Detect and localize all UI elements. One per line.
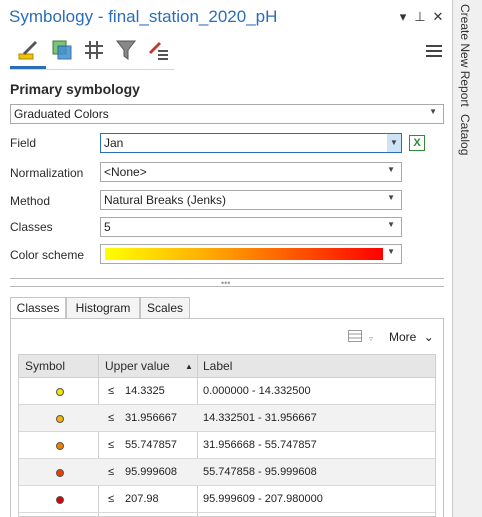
class-symbol[interactable]: [56, 415, 64, 423]
label-cell[interactable]: 0.000000 - 14.332500: [203, 385, 311, 397]
close-icon[interactable]: ✕: [431, 9, 445, 25]
class-symbol[interactable]: [56, 388, 64, 396]
table-row[interactable]: ≤55.747857 31.956668 - 55.747857: [19, 432, 435, 459]
chevron-down-icon: ▼: [387, 220, 395, 229]
symbology-pane: Symbology - final_station_2020_pH ▾ ⊥ ✕: [0, 0, 453, 517]
chevron-down-icon: ⌄: [423, 330, 434, 344]
le-symbol: ≤: [108, 385, 115, 397]
pin-icon[interactable]: ⊥: [413, 9, 427, 25]
label-cell[interactable]: 95.999609 - 207.980000: [203, 493, 323, 505]
table-row[interactable]: ≤207.98 95.999609 - 207.980000: [19, 486, 435, 513]
pane-options-icon[interactable]: ▾: [396, 9, 410, 25]
column-symbol[interactable]: Symbol: [25, 359, 65, 373]
title-bar: Symbology - final_station_2020_pH ▾ ⊥ ✕: [0, 0, 452, 34]
method-select[interactable]: Natural Breaks (Jenks) ▼: [100, 190, 402, 210]
menu-icon[interactable]: [426, 45, 442, 59]
classes-label: Classes: [10, 220, 53, 234]
column-label[interactable]: Label: [203, 359, 232, 373]
symbology-options-tool[interactable]: [142, 36, 172, 64]
filter-icon: [115, 40, 137, 60]
more-menu[interactable]: More ⌄: [389, 330, 434, 344]
method-label: Method: [10, 194, 51, 208]
classes-select[interactable]: 5 ▼: [100, 217, 402, 237]
symbology-tabs: Classes Histogram Scales: [10, 297, 444, 319]
vary-symbology-tool[interactable]: [46, 36, 76, 64]
le-symbol: ≤: [108, 466, 115, 478]
brush-icon: [18, 41, 37, 60]
tab-histogram[interactable]: Histogram: [66, 297, 140, 319]
table-row[interactable]: ≤14.3325 0.000000 - 14.332500: [19, 378, 435, 405]
symbology-toolbar: [10, 36, 174, 70]
upper-value-cell[interactable]: 207.98: [125, 493, 159, 505]
upper-value-cell[interactable]: 14.3325: [125, 385, 165, 397]
primary-symbology-select[interactable]: Graduated Colors ▼: [10, 104, 444, 124]
field-value: Jan: [104, 136, 124, 150]
toolbar-separator: [10, 69, 174, 70]
brush-list-icon: [149, 42, 168, 60]
excel-icon[interactable]: X: [409, 135, 425, 151]
label-cell[interactable]: 14.332501 - 31.956667: [203, 412, 317, 424]
normalization-value: <None>: [104, 165, 147, 179]
primary-symbology-tool[interactable]: [12, 36, 42, 64]
hatch-icon: [85, 41, 103, 59]
class-symbol[interactable]: [56, 442, 64, 450]
tab-scales[interactable]: Scales: [140, 297, 190, 319]
upper-value-cell[interactable]: 31.956667: [125, 412, 177, 424]
tab-create-new-report[interactable]: Create New Report: [458, 4, 472, 107]
class-symbol[interactable]: [56, 496, 64, 504]
method-value: Natural Breaks (Jenks): [104, 193, 227, 207]
color-scheme-label: Color scheme: [10, 248, 85, 262]
color-scheme-select[interactable]: ▼: [100, 244, 402, 264]
right-dock-sidebar: Create New Report Catalog: [453, 0, 482, 517]
le-symbol: ≤: [108, 439, 115, 451]
le-symbol: ≤: [108, 412, 115, 424]
tab-catalog[interactable]: Catalog: [458, 114, 472, 155]
column-upper-value[interactable]: Upper value: [105, 359, 170, 373]
label-cell[interactable]: 31.956668 - 55.747857: [203, 439, 317, 451]
chevron-down-icon: ▼: [387, 165, 395, 174]
filter-tool[interactable]: [110, 36, 140, 64]
class-symbol[interactable]: [56, 469, 64, 477]
chevron-down-icon: ▼: [387, 134, 401, 152]
classes-value: 5: [104, 220, 111, 234]
symbol-layers-tool[interactable]: [78, 36, 108, 64]
pane-title: Symbology - final_station_2020_pH: [9, 7, 278, 26]
classes-table: Symbol Upper value ▲ Label ≤14.3325 0.000…: [18, 354, 436, 517]
field-label: Field: [10, 136, 37, 150]
tab-classes[interactable]: Classes: [10, 297, 66, 319]
color-ramp: [105, 248, 383, 260]
normalization-select[interactable]: <None> ▼: [100, 162, 402, 182]
label-cell[interactable]: 55.747858 - 95.999608: [203, 466, 317, 478]
upper-value-cell[interactable]: 95.999608: [125, 466, 177, 478]
more-label: More: [389, 330, 417, 344]
chevron-down-icon: ▼: [429, 107, 437, 116]
layers-icon: [52, 40, 72, 60]
table-row[interactable]: ≤95.999608 55.747858 - 95.999608: [19, 459, 435, 486]
chevron-down-icon: ▼: [387, 193, 395, 202]
chevron-down-icon: ▼: [387, 247, 395, 256]
table-header: Symbol Upper value ▲ Label: [19, 355, 435, 378]
le-symbol: ≤: [108, 493, 115, 505]
primary-symbology-value: Graduated Colors: [14, 107, 109, 121]
normalization-label: Normalization: [10, 166, 84, 180]
field-select[interactable]: Jan ▼: [100, 133, 402, 153]
sort-ascending-icon: ▲: [185, 362, 193, 371]
splitter-line: [10, 286, 444, 287]
primary-symbology-heading: Primary symbology: [10, 81, 140, 97]
chevron-down-icon[interactable]: ▿: [369, 334, 373, 343]
table-row[interactable]: ≤31.956667 14.332501 - 31.956667: [19, 405, 435, 432]
table-options-icon[interactable]: [348, 330, 362, 342]
upper-value-cell[interactable]: 55.747857: [125, 439, 177, 451]
